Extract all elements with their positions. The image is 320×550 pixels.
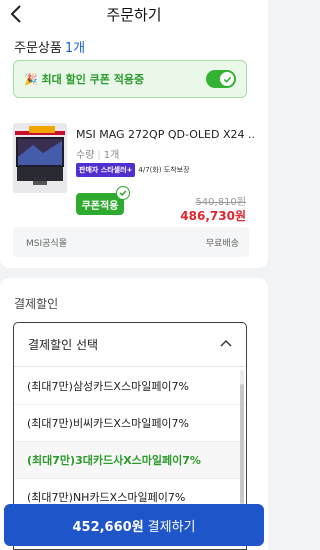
- back-button[interactable]: [4, 2, 28, 26]
- toggle-knob: [220, 72, 234, 86]
- coupon-applied-banner: 🎉 최대 할인 쿠폰 적용중: [13, 60, 247, 98]
- coupon-check-icon: [116, 186, 130, 200]
- scrollbar-thumb[interactable]: [240, 384, 244, 504]
- chevron-up-icon: [220, 340, 232, 347]
- seller-grade-badge: 판매자 스타셀러+: [76, 163, 136, 177]
- checkout-button[interactable]: 452,660원 결제하기: [4, 504, 264, 546]
- quantity-info: 수량 | 1개: [76, 150, 120, 161]
- checkout-amount: 452,660원: [72, 519, 144, 535]
- discount-option-selected[interactable]: (최대7만)3대카드사X스마일페이7%: [14, 442, 246, 479]
- quantity-value: 1개: [103, 150, 120, 161]
- delivery-guarantee: 4/7(화) 도착보장: [138, 166, 190, 174]
- checkout-label: 결제하기: [147, 519, 196, 535]
- original-price: 540,810원: [195, 197, 246, 208]
- product-badges: 판매자 스타셀러+ 4/7(화) 도착보장: [76, 163, 190, 177]
- discount-option[interactable]: (최대7만)비씨카드X스마일페이7%: [14, 405, 246, 442]
- page-title: 주문하기: [106, 5, 162, 24]
- order-section-label: 주문상품: [14, 41, 62, 56]
- order-items-card: 주문상품 1개 🎉 최대 할인 쿠폰 적용중 MSI MAG 272QP QD-O…: [0, 28, 268, 268]
- seller-name[interactable]: MSI공식몰: [26, 236, 67, 249]
- discount-option[interactable]: (최대7만)삼성카드X스마일페이7%: [14, 368, 246, 405]
- product-thumbnail[interactable]: [13, 123, 67, 193]
- quantity-label: 수량: [76, 150, 95, 161]
- shipping-fee: 무료배송: [205, 238, 239, 249]
- discount-select-header[interactable]: 결제할인 선택: [14, 323, 246, 367]
- order-section-title: 주문상품 1개: [14, 37, 85, 56]
- product-name[interactable]: MSI MAG 272QP QD-OLED X24 ...: [76, 128, 256, 141]
- coupon-toggle[interactable]: [206, 70, 236, 88]
- check-icon: [223, 76, 231, 83]
- coupon-banner-text: 🎉 최대 할인 쿠폰 적용중: [24, 73, 145, 86]
- chevron-left-icon: [10, 5, 21, 23]
- sale-price: 486,730원: [180, 209, 246, 223]
- discount-select-label: 결제할인 선택: [28, 338, 99, 352]
- order-count: 1개: [64, 41, 86, 56]
- seller-shipping-bar: MSI공식몰 무료배송: [13, 227, 249, 257]
- top-header: 주문하기: [0, 0, 268, 28]
- payment-discount-title: 결제할인: [14, 297, 59, 311]
